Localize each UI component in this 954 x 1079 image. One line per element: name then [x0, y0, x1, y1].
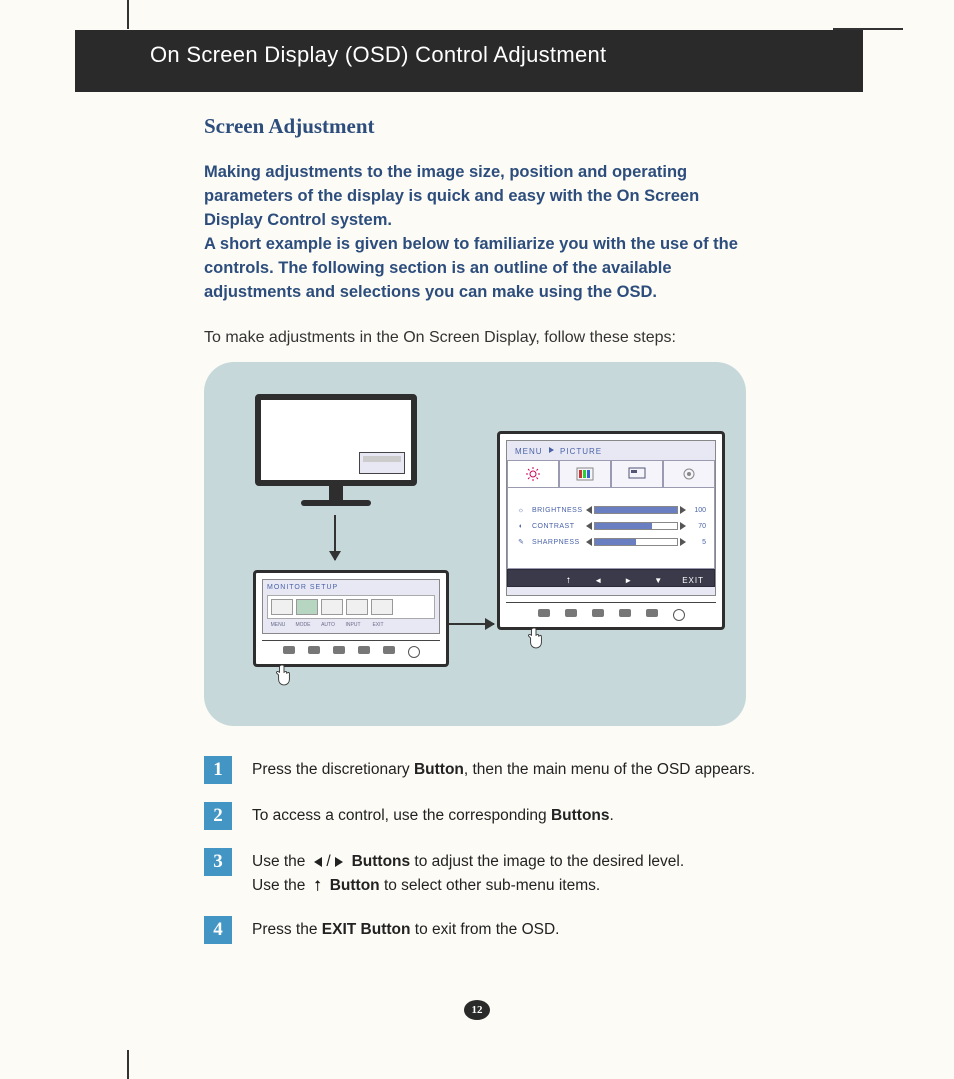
triangle-right-icon: [680, 522, 686, 530]
page-title: On Screen Display (OSD) Control Adjustme…: [150, 42, 606, 68]
physical-button-icon: [358, 646, 370, 654]
osd-row-value: 5: [684, 539, 706, 546]
osd-setup-label: MODE: [292, 621, 314, 629]
brightness-icon: ☼: [516, 507, 526, 514]
crop-mark: [127, 1050, 129, 1079]
sharpness-icon: ✎: [516, 538, 526, 546]
osd-tab-mode-icon: [296, 599, 318, 615]
osd-tab-exit-icon: [371, 599, 393, 615]
nav-exit-label: EXIT: [682, 576, 704, 586]
osd-setup-panel: MONITOR SETUP MENU MODE AUTO INPUT EXIT: [253, 570, 449, 667]
nav-down-icon: ▼: [652, 576, 664, 586]
page-header: On Screen Display (OSD) Control Adjustme…: [75, 30, 863, 92]
monitor-illustration: [255, 394, 417, 506]
slider: [594, 522, 678, 530]
physical-button-icon: [383, 646, 395, 654]
osd-row-value: 100: [684, 507, 706, 514]
nav-left-icon: ◄: [592, 576, 604, 586]
triangle-left-icon: [586, 538, 592, 546]
page-number: 12: [472, 1004, 483, 1016]
step-text: Press the discretionary Button, then the…: [252, 756, 755, 782]
osd-setup-label: MENU: [267, 621, 289, 629]
step-number-badge: 1: [204, 756, 232, 784]
step-text: Press the EXIT Button to exit from the O…: [252, 916, 560, 942]
physical-button-icon: [538, 609, 550, 617]
physical-button-icon: [565, 609, 577, 617]
osd-tab-auto-icon: [321, 599, 343, 615]
step-item: 3 Use the / Buttons to adjust the image …: [204, 848, 764, 898]
step-number-badge: 4: [204, 916, 232, 944]
crop-mark: [127, 0, 129, 29]
step-text: Use the / Buttons to adjust the image to…: [252, 848, 684, 898]
osd-nav-bar: ⭡ ◄ ► ▼ EXIT: [507, 569, 715, 587]
step-number-badge: 2: [204, 802, 232, 830]
intro-paragraph-2: A short example is given below to famili…: [204, 233, 744, 305]
chevron-right-icon: [549, 447, 554, 453]
osd-row-sharpness: ✎ SHARPNESS 5: [516, 538, 706, 546]
step-item: 1 Press the discretionary Button, then t…: [204, 756, 764, 784]
steps-list: 1 Press the discretionary Button, then t…: [204, 756, 764, 962]
step-item: 2 To access a control, use the correspon…: [204, 802, 764, 830]
osd-setup-label: INPUT: [342, 621, 364, 629]
section-title: Screen Adjustment: [204, 114, 774, 139]
osd-mini-icon: [359, 452, 405, 474]
step-text: To access a control, use the correspondi…: [252, 802, 614, 828]
osd-tab-brightness-icon: [507, 460, 559, 488]
osd-breadcrumb: MENU PICTURE: [507, 441, 715, 460]
breadcrumb-a: MENU: [515, 447, 543, 456]
osd-picture-panel: MENU PICTURE: [497, 431, 725, 630]
osd-setup-label: AUTO: [317, 621, 339, 629]
osd-row-contrast: ◐ CONTRAST 70: [516, 522, 706, 530]
steps-lead: To make adjustments in the On Screen Dis…: [204, 329, 774, 347]
hand-press-icon: [275, 663, 293, 687]
osd-row-brightness: ☼ BRIGHTNESS 100: [516, 506, 706, 514]
arrow-down-icon: [334, 515, 336, 560]
osd-picture-body: ☼ BRIGHTNESS 100 ◐ CONTRAST: [507, 488, 715, 569]
slider: [594, 506, 678, 514]
physical-button-icon: [333, 646, 345, 654]
step-number-badge: 3: [204, 848, 232, 876]
physical-button-icon: [592, 609, 604, 617]
osd-row-label: SHARPNESS: [532, 539, 588, 546]
slider: [594, 538, 678, 546]
nav-right-icon: ►: [622, 576, 634, 586]
step-item: 4 Press the EXIT Button to exit from the…: [204, 916, 764, 944]
physical-button-icon: [283, 646, 295, 654]
physical-button-icon: [619, 609, 631, 617]
osd-tab-settings-icon: [663, 460, 715, 488]
nav-up-icon: ⭡: [562, 576, 574, 586]
intro-paragraph-1: Making adjustments to the image size, po…: [204, 161, 744, 233]
osd-tab-menu-icon: [271, 599, 293, 615]
hand-press-icon: [527, 626, 545, 650]
osd-row-label: CONTRAST: [532, 523, 588, 530]
power-button-icon: [408, 646, 420, 658]
arrow-right-icon: [448, 623, 494, 625]
power-button-icon: [673, 609, 685, 621]
page-number-badge: 12: [464, 1000, 490, 1026]
physical-button-icon: [646, 609, 658, 617]
manual-page: On Screen Display (OSD) Control Adjustme…: [0, 0, 954, 1079]
breadcrumb-b: PICTURE: [560, 447, 602, 456]
content-block: Screen Adjustment Making adjustments to …: [204, 114, 774, 347]
contrast-icon: ◐: [516, 523, 526, 530]
osd-setup-title: MONITOR SETUP: [267, 584, 435, 591]
osd-row-label: BRIGHTNESS: [532, 507, 588, 514]
osd-row-value: 70: [684, 523, 706, 530]
osd-tab-display-icon: [611, 460, 663, 488]
osd-tab-color-icon: [559, 460, 611, 488]
physical-button-icon: [308, 646, 320, 654]
osd-tab-input-icon: [346, 599, 368, 615]
triangle-right-icon: [680, 506, 686, 514]
triangle-left-icon: [586, 506, 592, 514]
triangle-right-icon: [680, 538, 686, 546]
triangle-left-icon: [586, 522, 592, 530]
illustration-panel: MONITOR SETUP MENU MODE AUTO INPUT EXIT: [204, 362, 746, 726]
osd-setup-label: EXIT: [367, 621, 389, 629]
